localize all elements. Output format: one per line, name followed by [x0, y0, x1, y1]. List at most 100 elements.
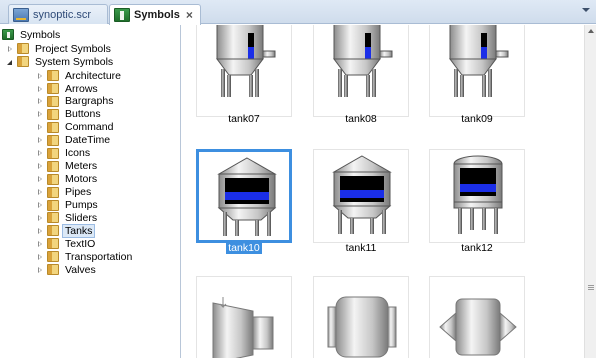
tree-item-label: System Symbols	[35, 55, 114, 68]
tree-root-label: Symbols	[20, 28, 61, 41]
tree-item-label: Bargraphs	[65, 95, 114, 108]
screen-icon	[13, 7, 29, 22]
expand-arrow-icon[interactable]	[36, 136, 44, 144]
scroll-up-icon[interactable]	[588, 29, 594, 33]
tree-item-project-symbols[interactable]: Project Symbols	[6, 42, 111, 55]
tree-item-arrows[interactable]: Arrows	[36, 82, 98, 95]
folder-icon	[47, 212, 59, 224]
tree-item-motors[interactable]: Motors	[36, 173, 97, 186]
symbol-name: tank09	[461, 113, 493, 125]
tree-item-tanks[interactable]: Tanks	[36, 223, 96, 238]
tree-root[interactable]: Symbols	[2, 28, 60, 41]
tree-item-architecture[interactable]: Architecture	[36, 69, 121, 82]
tab-list-dropdown-icon[interactable]	[582, 8, 590, 12]
symbols-root-icon	[2, 29, 14, 40]
tank-symbol-icon[interactable]	[196, 276, 292, 358]
symbol-tree: Symbols Project Symbols System Symbols A…	[0, 25, 181, 358]
expand-arrow-icon[interactable]	[36, 227, 44, 235]
tab-synoptic[interactable]: synoptic.scr	[8, 4, 108, 24]
tree-item-meters[interactable]: Meters	[36, 160, 97, 173]
expand-arrow-icon[interactable]	[36, 175, 44, 183]
tree-item-label: Valves	[65, 263, 96, 276]
expand-arrow-icon[interactable]	[36, 188, 44, 196]
symbol-name: tank11	[345, 242, 377, 254]
close-tab-icon[interactable]: ×	[186, 9, 193, 21]
folder-icon	[47, 186, 59, 198]
expand-arrow-icon[interactable]	[36, 85, 44, 93]
expand-arrow-icon[interactable]	[36, 162, 44, 170]
folder-icon	[47, 121, 59, 133]
tree-item-transportation[interactable]: Transportation	[36, 250, 132, 263]
expand-arrow-icon[interactable]	[36, 266, 44, 274]
folder-icon	[47, 264, 59, 276]
folder-icon	[47, 70, 59, 81]
folder-icon	[47, 199, 59, 211]
tab-symbols[interactable]: Symbols ×	[109, 4, 201, 25]
tank-symbol-icon[interactable]	[429, 276, 525, 358]
tab-symbols-label: Symbols	[134, 9, 180, 21]
folder-icon	[47, 108, 59, 120]
tree-item-datetime[interactable]: DateTime	[36, 134, 110, 147]
tree-item-label: Sliders	[65, 211, 98, 224]
symbol-label: tank08	[313, 113, 409, 125]
tree-item-sliders[interactable]: Sliders	[36, 211, 97, 224]
tree-item-label: Pumps	[65, 199, 98, 211]
folder-icon	[47, 147, 59, 159]
tank-symbol-icon[interactable]	[429, 149, 525, 243]
symbol-label: tank12	[429, 242, 525, 254]
tree-item-command[interactable]: Command	[36, 121, 113, 134]
expand-arrow-icon[interactable]	[36, 240, 44, 248]
folder-icon	[47, 134, 59, 146]
tree-item-label: Transportation	[65, 250, 133, 263]
tree-item-label: Motors	[65, 173, 98, 186]
tab-strip: synoptic.scr Symbols ×	[0, 0, 596, 25]
tree-item-pumps[interactable]: Pumps	[36, 199, 98, 212]
expand-arrow-icon[interactable]	[36, 201, 44, 209]
tree-item-label: Architecture	[65, 69, 122, 82]
symbol-label: tank09	[429, 113, 525, 125]
folder-icon	[47, 225, 59, 237]
collapse-arrow-icon[interactable]	[6, 58, 14, 66]
expand-arrow-icon[interactable]	[36, 123, 44, 131]
tank-symbol-icon[interactable]	[313, 25, 409, 117]
folder-icon	[47, 173, 59, 185]
expand-arrow-icon[interactable]	[6, 45, 14, 53]
tree-item-label: Tanks	[62, 223, 96, 238]
tree-item-system-symbols[interactable]: System Symbols	[6, 55, 113, 68]
expand-arrow-icon[interactable]	[36, 214, 44, 222]
tree-item-label: TextIO	[65, 237, 96, 250]
symbol-name: tank10	[226, 242, 262, 254]
symbol-label: tank11	[313, 242, 409, 254]
tank-symbol-icon[interactable]	[313, 149, 409, 243]
tree-item-icons[interactable]: Icons	[36, 147, 90, 160]
tree-item-label: Pipes	[65, 186, 92, 199]
expand-arrow-icon[interactable]	[36, 97, 44, 105]
symbol-name: tank07	[228, 113, 260, 125]
tree-item-label: Buttons	[65, 108, 101, 121]
tank-symbol-icon[interactable]	[313, 276, 409, 358]
symbols-icon	[114, 8, 130, 22]
tank-symbol-icon[interactable]	[196, 25, 292, 117]
symbol-label: tank07	[196, 113, 292, 125]
vertical-scrollbar[interactable]	[584, 25, 596, 358]
scroll-grip-icon[interactable]	[588, 285, 594, 291]
tree-item-label: Command	[65, 121, 114, 134]
tree-item-pipes[interactable]: Pipes	[36, 186, 91, 199]
tree-item-label: Meters	[65, 160, 98, 173]
folder-icon	[47, 251, 59, 263]
tank-symbol-icon[interactable]	[196, 149, 292, 243]
expand-arrow-icon[interactable]	[36, 110, 44, 118]
folder-icon	[47, 95, 59, 107]
expand-arrow-icon[interactable]	[36, 253, 44, 261]
tree-item-textio[interactable]: TextIO	[36, 237, 95, 250]
tab-synoptic-label: synoptic.scr	[33, 8, 92, 21]
tank-symbol-icon[interactable]	[429, 25, 525, 117]
tree-item-bargraphs[interactable]: Bargraphs	[36, 95, 113, 108]
tree-item-label: DateTime	[65, 134, 111, 147]
tree-item-buttons[interactable]: Buttons	[36, 108, 101, 121]
tree-item-valves[interactable]: Valves	[36, 263, 96, 276]
expand-arrow-icon[interactable]	[36, 72, 44, 80]
symbol-name: tank12	[461, 242, 493, 254]
expand-arrow-icon[interactable]	[36, 149, 44, 157]
folder-icon	[17, 43, 29, 54]
